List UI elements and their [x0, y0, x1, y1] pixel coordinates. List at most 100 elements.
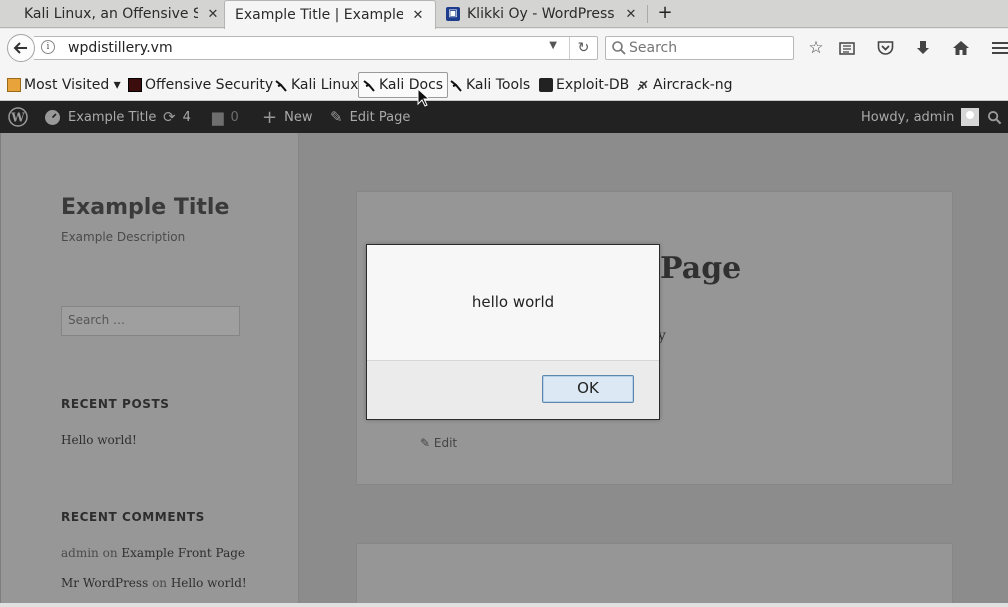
search-icon	[612, 41, 626, 55]
close-icon[interactable]: ✕	[411, 8, 425, 23]
exploitdb-icon	[539, 78, 553, 92]
bookmark-label: Kali Docs	[379, 77, 444, 93]
recent-post-link[interactable]: Hello world!	[61, 433, 137, 447]
bookmark-label: Offensive Security	[145, 77, 274, 93]
updates-icon: ⟳	[163, 108, 176, 126]
comment-on: on	[102, 546, 118, 560]
kali-dragon-icon	[450, 80, 462, 92]
close-icon[interactable]: ✕	[624, 7, 638, 22]
edit-page-link[interactable]: ✎ Edit Page	[330, 101, 410, 133]
bookmark-most-visited[interactable]: Most Visited ▾	[4, 73, 124, 97]
bookmark-kali-docs[interactable]: Kali Docs	[358, 72, 449, 98]
home-icon[interactable]	[950, 37, 972, 59]
alert-message: hello world	[471, 293, 555, 311]
plus-icon: +	[262, 106, 278, 128]
url-text: wpdistillery.vm	[68, 40, 173, 56]
reload-icon[interactable]: ↻	[569, 37, 597, 59]
recent-comment-item: Mr WordPress on Hello world!	[61, 576, 247, 590]
comment-author-link[interactable]: Mr WordPress	[61, 576, 148, 590]
bookmark-offensive-security[interactable]: Offensive Security	[125, 73, 276, 97]
menu-hamburger-icon[interactable]	[988, 37, 1008, 59]
bookmark-label: Aircrack-ng	[653, 77, 733, 93]
back-arrow-icon	[13, 42, 27, 54]
comment-post-link[interactable]: Hello world!	[171, 576, 247, 590]
tab-title: Example Title | Example ...	[235, 7, 403, 23]
tab-klikki-oy[interactable]: ▣ Klikki Oy - WordPress... ✕	[436, 0, 648, 28]
sidebar-search-input[interactable]: Search …	[61, 306, 240, 336]
dashboard-icon	[45, 109, 60, 125]
wordpress-logo-button[interactable]: W	[8, 101, 28, 133]
bookmark-exploit-db[interactable]: Exploit-DB	[536, 73, 632, 97]
bookmark-label: Kali Linux	[291, 77, 359, 93]
tab-title: Kali Linux, an Offensive S...	[24, 6, 198, 22]
url-history-dropdown-icon[interactable]: ▼	[549, 40, 557, 51]
site-info-icon[interactable]: i	[41, 40, 55, 54]
tab-example-title[interactable]: Example Title | Example ... ✕	[224, 0, 436, 29]
updates-count: 4	[182, 109, 191, 125]
site-sidebar: Example Title Example Description Search…	[0, 133, 299, 607]
offsec-icon	[128, 78, 142, 92]
site-title[interactable]: Example Title	[61, 195, 229, 220]
site-name-link[interactable]: Example Title	[44, 101, 156, 133]
tab-title: Klikki Oy - WordPress...	[467, 6, 616, 22]
comment-post-link[interactable]: Example Front Page	[121, 546, 245, 560]
tab-separator	[647, 5, 648, 23]
kali-dragon-icon	[275, 80, 287, 92]
pencil-icon: ✎	[330, 108, 343, 126]
edit-link[interactable]: ✎ Edit	[420, 436, 457, 450]
comment-author: admin	[61, 546, 99, 560]
tab-strip: Kali Linux, an Offensive S... ✕ Example …	[0, 0, 1008, 29]
recent-comment-item: admin on Example Front Page	[61, 546, 245, 560]
tab-kali-linux[interactable]: Kali Linux, an Offensive S... ✕	[14, 0, 230, 28]
recent-posts-heading: RECENT POSTS	[61, 397, 170, 411]
alert-dialog: hello world OK	[366, 244, 660, 420]
bookmark-label: Exploit-DB	[556, 77, 630, 93]
bookmark-label: Kali Tools	[466, 77, 531, 93]
reading-list-icon[interactable]	[836, 37, 858, 59]
bookmark-kali-linux[interactable]: Kali Linux	[271, 73, 361, 97]
new-label: New	[284, 109, 313, 125]
site-name-label: Example Title	[68, 109, 157, 125]
search-icon	[987, 110, 1002, 124]
bookmark-aircrack-ng[interactable]: Aircrack-ng	[633, 73, 736, 97]
close-icon[interactable]: ✕	[206, 7, 220, 22]
search-input[interactable]	[629, 39, 789, 57]
pocket-icon[interactable]	[874, 37, 896, 59]
new-tab-button[interactable]: +	[654, 2, 676, 26]
comment-on: on	[152, 576, 168, 590]
search-bar[interactable]	[605, 36, 794, 60]
page-title: Page	[660, 251, 742, 286]
edit-page-label: Edit Page	[349, 109, 411, 125]
back-button[interactable]	[7, 34, 35, 62]
recent-comments-heading: RECENT COMMENTS	[61, 510, 205, 524]
article-card-secondary	[356, 543, 953, 607]
ok-button[interactable]: OK	[542, 375, 634, 403]
wordpress-favicon-icon: ▣	[446, 7, 460, 21]
updates-link[interactable]: ⟳ 4	[163, 101, 191, 133]
wordpress-logo-icon: W	[8, 107, 28, 127]
url-bar[interactable]: i wpdistillery.vm ▼ ↻	[34, 36, 598, 60]
avatar	[961, 108, 980, 126]
comments-link[interactable]: ▆ 0	[212, 101, 239, 133]
wp-admin-bar: W Example Title ⟳ 4 ▆ 0 + New ✎ Edit Pag…	[0, 101, 1008, 133]
my-account-link[interactable]: Howdy, admin	[861, 101, 980, 133]
site-description: Example Description	[61, 230, 186, 244]
mouse-cursor-icon	[417, 88, 429, 107]
bookmark-kali-tools[interactable]: Kali Tools	[446, 73, 533, 97]
navigation-toolbar: i wpdistillery.vm ▼ ↻ ☆	[0, 29, 1008, 67]
downloads-icon[interactable]	[912, 37, 934, 59]
folder-icon	[7, 78, 21, 92]
bookmarks-toolbar: Most Visited ▾ Offensive Security Kali L…	[0, 67, 1008, 101]
comment-bubble-icon: ▆	[212, 108, 224, 126]
edit-link-label: Edit	[433, 436, 458, 450]
admin-search-button[interactable]	[987, 101, 1002, 133]
alert-footer: OK	[367, 360, 659, 419]
pencil-icon: ✎	[420, 436, 431, 450]
howdy-label: Howdy, admin	[861, 109, 955, 125]
bookmark-label: Most Visited ▾	[24, 77, 121, 93]
horizontal-scrollbar[interactable]	[0, 603, 1008, 607]
bookmark-star-icon[interactable]: ☆	[805, 37, 827, 59]
comments-count: 0	[230, 109, 239, 125]
new-content-link[interactable]: + New	[262, 101, 312, 133]
aircrack-icon	[637, 80, 648, 91]
